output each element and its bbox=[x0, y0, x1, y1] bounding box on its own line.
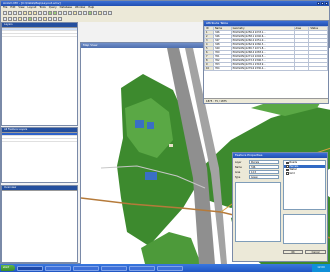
maximize-icon[interactable] bbox=[321, 2, 324, 5]
open-icon[interactable] bbox=[8, 11, 12, 15]
label-icon[interactable] bbox=[98, 11, 102, 15]
area-field[interactable]: 12.5 bbox=[249, 170, 279, 174]
properties-grid[interactable] bbox=[235, 182, 281, 242]
water-body bbox=[145, 172, 157, 180]
zoom-in-icon[interactable] bbox=[48, 11, 52, 15]
table-status: 1875 : 75 / 1875 bbox=[204, 98, 328, 103]
taskbar: start 12:00 bbox=[0, 264, 330, 272]
checkbox-icon[interactable] bbox=[286, 168, 289, 172]
table-icon[interactable] bbox=[83, 11, 87, 15]
buffer-icon[interactable] bbox=[28, 17, 32, 21]
legend-icon[interactable] bbox=[48, 17, 52, 21]
checkbox-icon[interactable] bbox=[286, 172, 289, 175]
field-label: Layer bbox=[235, 161, 242, 164]
field-label: Area bbox=[235, 171, 241, 174]
table-title: Attribute Table bbox=[206, 21, 228, 25]
layer-row[interactable] bbox=[2, 34, 77, 37]
layer-icon[interactable] bbox=[78, 11, 82, 15]
refresh-icon[interactable] bbox=[88, 11, 92, 15]
taskbar-app-button[interactable] bbox=[73, 265, 99, 271]
taskbar-app-button[interactable] bbox=[129, 265, 155, 271]
table-cell bbox=[308, 66, 328, 71]
cancel-button[interactable]: Cancel bbox=[305, 250, 326, 254]
new-icon[interactable] bbox=[3, 11, 7, 15]
edit-vertex-icon[interactable] bbox=[18, 17, 22, 21]
layers-list[interactable] bbox=[2, 27, 77, 125]
field-label: Type bbox=[235, 176, 241, 179]
north-arrow-icon[interactable] bbox=[58, 17, 62, 21]
pan-icon[interactable] bbox=[58, 11, 62, 15]
union-icon[interactable] bbox=[33, 17, 37, 21]
properties-title: Feature Properties bbox=[235, 153, 263, 157]
identify-icon[interactable] bbox=[68, 11, 72, 15]
grid-icon[interactable] bbox=[103, 11, 107, 15]
layer-field[interactable]: Parcels bbox=[249, 160, 279, 164]
checkbox-icon[interactable] bbox=[286, 161, 289, 165]
style-icon[interactable] bbox=[43, 17, 47, 21]
table-body: ID Name Geometry Area Status 1 346 POLYGON… bbox=[204, 26, 328, 98]
tree-item-label: Grid bbox=[289, 171, 295, 175]
map-title: Map View bbox=[83, 43, 98, 47]
water-body bbox=[135, 120, 144, 128]
help-icon[interactable] bbox=[108, 11, 112, 15]
water-body bbox=[147, 122, 154, 129]
legend-list[interactable] bbox=[2, 132, 77, 182]
properties-body: Layer Parcels Name 346 Area 12.5 Type Gr… bbox=[233, 158, 327, 261]
split-icon[interactable] bbox=[38, 17, 42, 21]
properties-window: Feature Properties Layer Parcels Name 34… bbox=[232, 152, 328, 262]
print-icon[interactable] bbox=[18, 11, 22, 15]
field-label: Name bbox=[235, 166, 242, 169]
ok-button[interactable]: OK bbox=[283, 250, 303, 254]
undo-icon[interactable] bbox=[38, 11, 42, 15]
table-window: Attribute Table ID Name Geometry Area St… bbox=[203, 20, 329, 104]
checkbox-icon[interactable] bbox=[286, 165, 289, 168]
tree-item[interactable]: Grid bbox=[284, 172, 325, 176]
layers-panel: Layers bbox=[1, 22, 78, 126]
overview-body[interactable] bbox=[2, 190, 77, 262]
system-clock[interactable]: 12:00 bbox=[312, 264, 330, 272]
table-cell: 10 bbox=[204, 66, 214, 71]
save-icon[interactable] bbox=[13, 11, 17, 15]
copy-icon[interactable] bbox=[28, 11, 32, 15]
name-field[interactable]: 346 bbox=[249, 165, 279, 169]
attribute-table[interactable]: ID Name Geometry Area Status 1 346 POLYGON… bbox=[204, 26, 328, 71]
query-icon[interactable] bbox=[93, 11, 97, 15]
draw-polygon-icon[interactable] bbox=[13, 17, 17, 21]
scale-icon[interactable] bbox=[53, 17, 57, 21]
draw-line-icon[interactable] bbox=[8, 17, 12, 21]
select-icon[interactable] bbox=[63, 11, 67, 15]
taskbar-app-button[interactable] bbox=[45, 265, 71, 271]
paste-icon[interactable] bbox=[33, 11, 37, 15]
table-cell bbox=[293, 66, 310, 71]
layer-tree[interactable]: Roads Parcels Water Grid bbox=[283, 160, 326, 210]
table-row[interactable]: 10 354 POLYGON((1279.6 2330.4... bbox=[204, 66, 328, 71]
measure-icon[interactable] bbox=[73, 11, 77, 15]
legend-panel: All Feature Layers bbox=[1, 127, 78, 183]
legend-row[interactable] bbox=[2, 139, 77, 142]
taskbar-app-button[interactable] bbox=[157, 265, 183, 271]
snap-icon[interactable] bbox=[23, 17, 27, 21]
taskbar-app-button[interactable] bbox=[101, 265, 127, 271]
symbol-preview bbox=[283, 214, 326, 244]
zoom-out-icon[interactable] bbox=[53, 11, 57, 15]
taskbar-app-button[interactable] bbox=[17, 265, 43, 271]
cut-icon[interactable] bbox=[23, 11, 27, 15]
overview-panel: Overview bbox=[1, 185, 78, 263]
table-cell: POLYGON((1279.6 2330.4... bbox=[230, 66, 295, 71]
close-icon[interactable] bbox=[325, 2, 328, 5]
start-button[interactable]: start bbox=[1, 265, 15, 271]
minimize-icon[interactable] bbox=[317, 2, 320, 5]
table-cell: 354 bbox=[213, 66, 232, 71]
building bbox=[169, 144, 173, 147]
main-title: Axiom MV - [C:\Data\Map\Layout.amv] bbox=[3, 1, 61, 5]
redo-icon[interactable] bbox=[43, 11, 47, 15]
draw-point-icon[interactable] bbox=[3, 17, 7, 21]
type-field[interactable]: Green bbox=[249, 175, 279, 179]
